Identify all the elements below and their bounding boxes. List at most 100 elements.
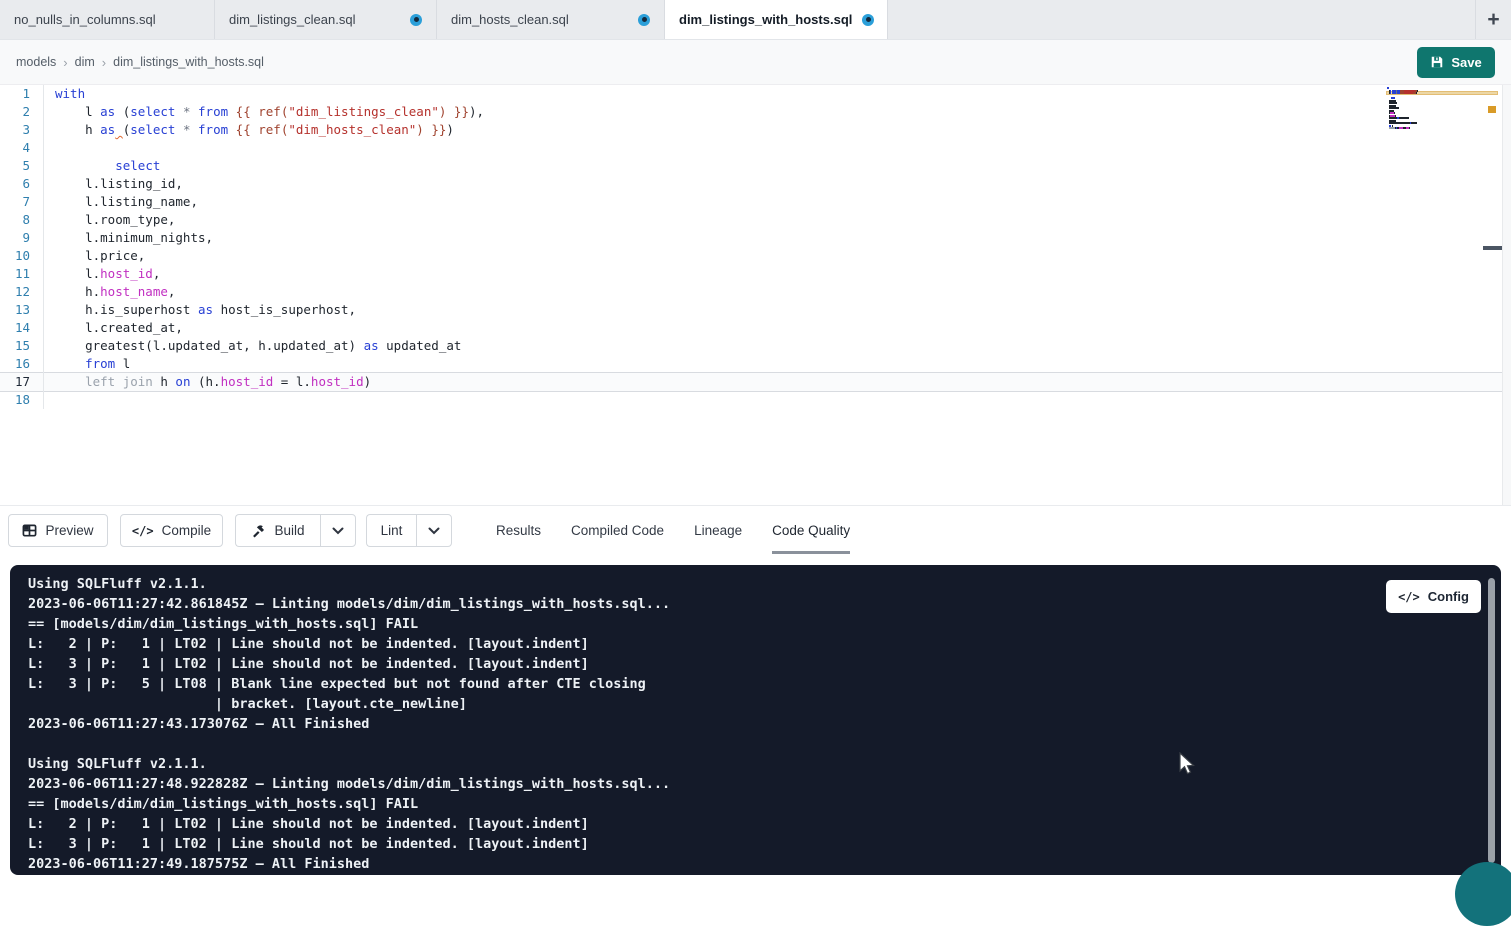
code-editor[interactable]: 1with2 l as (select * from {{ ref("dim_l… bbox=[0, 85, 1511, 505]
code-line-text: l.price, bbox=[44, 247, 145, 265]
code-line[interactable]: 1with bbox=[0, 85, 1511, 103]
line-number[interactable]: 4 bbox=[0, 139, 44, 157]
code-line-text: l as (select * from {{ ref("dim_listings… bbox=[44, 103, 484, 121]
config-button-label: Config bbox=[1428, 589, 1469, 604]
code-line-text: from l bbox=[44, 355, 130, 373]
file-tab-no-nulls-in-columns[interactable]: no_nulls_in_columns.sql bbox=[0, 0, 215, 39]
line-number[interactable]: 3 bbox=[0, 121, 44, 139]
save-button[interactable]: Save bbox=[1417, 47, 1495, 78]
new-tab-button[interactable]: + bbox=[1475, 0, 1511, 39]
line-number[interactable]: 15 bbox=[0, 337, 44, 355]
line-number[interactable]: 12 bbox=[0, 283, 44, 301]
breadcrumb-item-models[interactable]: models bbox=[16, 55, 56, 69]
tab-code-quality[interactable]: Code Quality bbox=[772, 506, 850, 554]
minimap-line bbox=[1387, 130, 1497, 132]
lint-button-group: Lint bbox=[366, 514, 452, 547]
code-line[interactable]: 8 l.room_type, bbox=[0, 211, 1511, 229]
minimap-cursor-marker bbox=[1483, 246, 1502, 250]
code-line-text bbox=[44, 139, 55, 157]
code-line[interactable]: 18 bbox=[0, 391, 1511, 409]
code-line[interactable]: 16 from l bbox=[0, 355, 1511, 373]
compile-button-label: Compile bbox=[162, 523, 212, 538]
build-dropdown-button[interactable] bbox=[320, 514, 356, 547]
line-number[interactable]: 5 bbox=[0, 157, 44, 175]
line-number[interactable]: 11 bbox=[0, 265, 44, 283]
line-number[interactable]: 10 bbox=[0, 247, 44, 265]
terminal-scrollbar[interactable] bbox=[1488, 578, 1495, 863]
line-number[interactable]: 14 bbox=[0, 319, 44, 337]
terminal-line: | bracket. [layout.cte_newline] bbox=[28, 694, 1501, 714]
minimap[interactable] bbox=[1387, 85, 1497, 132]
code-line-text: l.host_id, bbox=[44, 265, 160, 283]
breadcrumb-item-dim[interactable]: dim bbox=[75, 55, 95, 69]
file-tab-bar: no_nulls_in_columns.sql dim_listings_cle… bbox=[0, 0, 1511, 40]
breadcrumb-item-file[interactable]: dim_listings_with_hosts.sql bbox=[113, 55, 264, 69]
file-tab-dim-listings-with-hosts[interactable]: dim_listings_with_hosts.sql bbox=[665, 0, 888, 39]
code-line-text: l.listing_name, bbox=[44, 193, 198, 211]
terminal-line: 2023-06-06T11:27:49.187575Z – All Finish… bbox=[28, 854, 1501, 874]
line-number[interactable]: 8 bbox=[0, 211, 44, 229]
file-tab-dim-hosts-clean[interactable]: dim_hosts_clean.sql bbox=[437, 0, 665, 39]
file-tab-dim-listings-clean[interactable]: dim_listings_clean.sql bbox=[215, 0, 437, 39]
line-number[interactable]: 9 bbox=[0, 229, 44, 247]
line-number[interactable]: 16 bbox=[0, 355, 44, 373]
code-line[interactable]: 2 l as (select * from {{ ref("dim_listin… bbox=[0, 103, 1511, 121]
tab-lineage[interactable]: Lineage bbox=[694, 506, 742, 554]
code-line[interactable]: 6 l.listing_id, bbox=[0, 175, 1511, 193]
code-line[interactable]: 13 h.is_superhost as host_is_superhost, bbox=[0, 301, 1511, 319]
code-line[interactable]: 12 h.host_name, bbox=[0, 283, 1511, 301]
line-number[interactable]: 18 bbox=[0, 391, 44, 409]
file-tab-label: dim_listings_with_hosts.sql bbox=[679, 12, 852, 27]
lint-dropdown-button[interactable] bbox=[416, 514, 452, 547]
line-number[interactable]: 17 bbox=[0, 373, 44, 391]
preview-button[interactable]: Preview bbox=[8, 514, 108, 547]
lint-button[interactable]: Lint bbox=[366, 514, 416, 547]
floppy-disk-icon bbox=[1430, 55, 1444, 69]
minimap-warning-marker bbox=[1488, 106, 1496, 113]
tab-label: Lineage bbox=[694, 523, 742, 538]
code-line[interactable]: 10 l.price, bbox=[0, 247, 1511, 265]
terminal-line: Using SQLFluff v2.1.1. bbox=[28, 754, 1501, 774]
build-button-group: Build bbox=[235, 514, 356, 547]
code-line[interactable]: 5 select bbox=[0, 157, 1511, 175]
line-number[interactable]: 13 bbox=[0, 301, 44, 319]
file-tab-label: dim_listings_clean.sql bbox=[229, 12, 355, 27]
line-number[interactable]: 7 bbox=[0, 193, 44, 211]
build-button[interactable]: Build bbox=[235, 514, 320, 547]
code-line-text bbox=[44, 391, 55, 409]
compile-button[interactable]: </> Compile bbox=[120, 514, 223, 547]
line-number[interactable]: 1 bbox=[0, 85, 44, 103]
build-button-label: Build bbox=[274, 523, 304, 538]
terminal-line: 2023-06-06T11:27:42.861845Z – Linting mo… bbox=[28, 594, 1501, 614]
line-number[interactable]: 2 bbox=[0, 103, 44, 121]
chevron-down-icon bbox=[332, 527, 344, 535]
code-line[interactable]: 15 greatest(l.updated_at, h.updated_at) … bbox=[0, 337, 1511, 355]
code-line[interactable]: 3 h as (select * from {{ ref("dim_hosts_… bbox=[0, 121, 1511, 139]
code-line[interactable]: 4 bbox=[0, 139, 1511, 157]
editor-scrollbar[interactable] bbox=[1502, 85, 1511, 505]
tab-results[interactable]: Results bbox=[496, 506, 541, 554]
code-brackets-icon: </> bbox=[1398, 590, 1420, 604]
code-line[interactable]: 14 l.created_at, bbox=[0, 319, 1511, 337]
tab-compiled-code[interactable]: Compiled Code bbox=[571, 506, 664, 554]
config-button[interactable]: </> Config bbox=[1386, 580, 1481, 613]
help-chat-button[interactable] bbox=[1455, 862, 1511, 926]
action-toolbar: Preview </> Compile Build Lint bbox=[0, 505, 1511, 553]
code-line-text: l.room_type, bbox=[44, 211, 175, 229]
code-line-text: h.is_superhost as host_is_superhost, bbox=[44, 301, 356, 319]
unsaved-changes-icon bbox=[862, 14, 874, 26]
code-line[interactable]: 17 left join h on (h.host_id = l.host_id… bbox=[0, 373, 1511, 391]
code-line[interactable]: 7 l.listing_name, bbox=[0, 193, 1511, 211]
code-line-text: l.minimum_nights, bbox=[44, 229, 213, 247]
file-tab-label: no_nulls_in_columns.sql bbox=[14, 12, 156, 27]
terminal-line: 2023-06-06T11:27:48.922828Z – Linting mo… bbox=[28, 774, 1501, 794]
breadcrumb-separator: › bbox=[102, 55, 106, 70]
line-number[interactable]: 6 bbox=[0, 175, 44, 193]
save-button-label: Save bbox=[1451, 55, 1481, 70]
terminal-line: L: 3 | P: 1 | LT02 | Line should not be … bbox=[28, 654, 1501, 674]
unsaved-changes-icon bbox=[638, 14, 650, 26]
code-line[interactable]: 11 l.host_id, bbox=[0, 265, 1511, 283]
code-line[interactable]: 9 l.minimum_nights, bbox=[0, 229, 1511, 247]
unsaved-changes-icon bbox=[410, 14, 422, 26]
terminal-line bbox=[28, 734, 1501, 754]
